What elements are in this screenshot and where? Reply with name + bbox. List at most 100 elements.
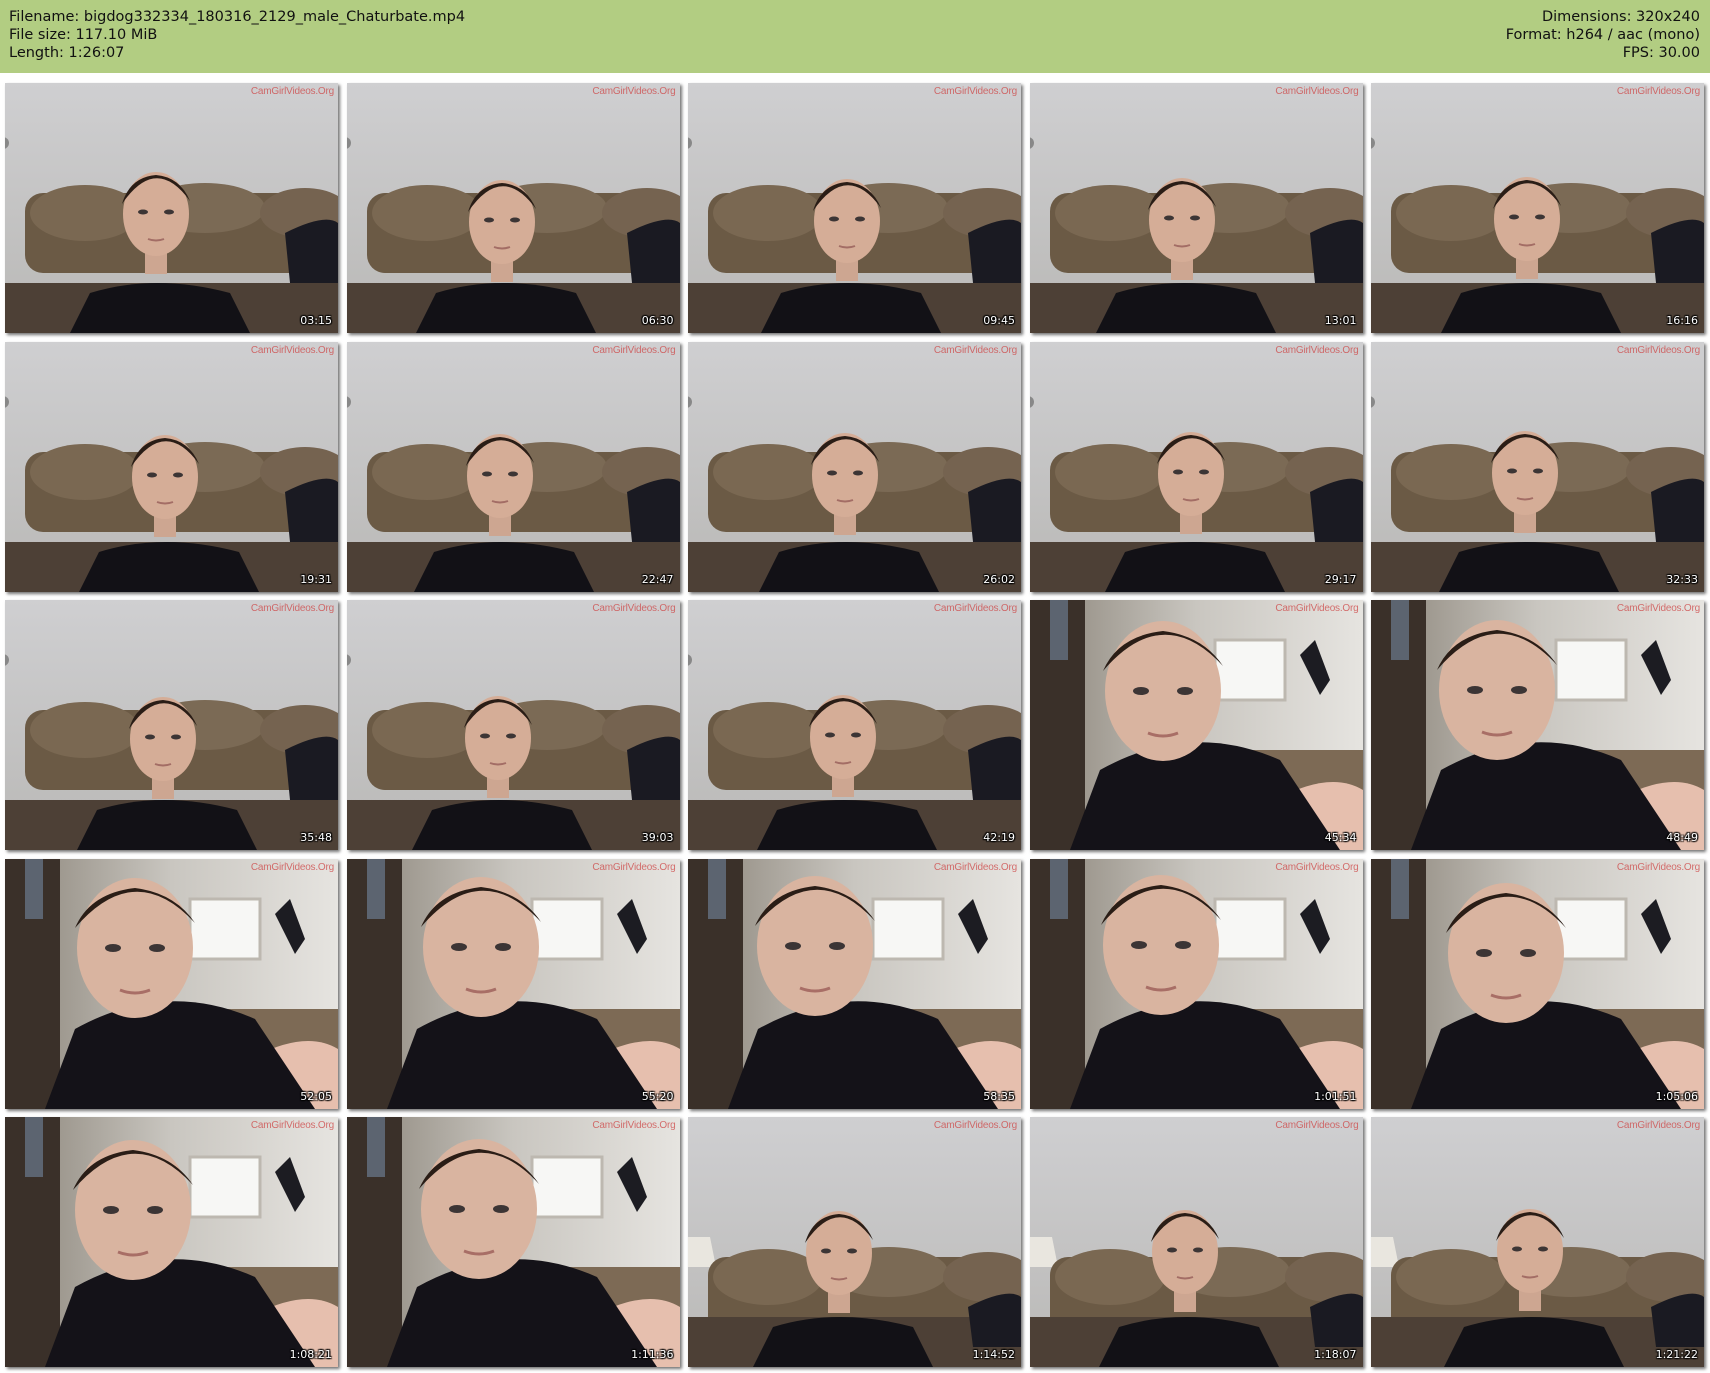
timestamp-label: 03:15 xyxy=(300,314,332,327)
thumbnail-frame: CamGirlVideos.Org 35:48 xyxy=(5,600,338,850)
thumbnail-frame: CamGirlVideos.Org 09:45 xyxy=(688,83,1021,333)
thumbnail-frame: CamGirlVideos.Org 1:05:06 xyxy=(1371,858,1704,1109)
timestamp-label: 1:01:51 xyxy=(1314,1089,1357,1103)
timestamp-label: 45:34 xyxy=(1324,831,1357,844)
watermark-text: CamGirlVideos.Org xyxy=(250,344,334,356)
watermark-text: CamGirlVideos.Org xyxy=(592,861,676,873)
watermark-text: CamGirlVideos.Org xyxy=(933,603,1017,614)
timestamp-label: 1:11:36 xyxy=(631,1348,674,1361)
watermark-text: CamGirlVideos.Org xyxy=(592,603,676,614)
timestamp-label: 06:30 xyxy=(641,314,674,327)
video-frame-image xyxy=(1029,83,1363,333)
watermark-text: CamGirlVideos.Org xyxy=(1616,86,1700,97)
watermark-text: CamGirlVideos.Org xyxy=(250,603,334,614)
file-info-left: Filename: bigdog332334_180316_2129_male_… xyxy=(9,8,465,62)
video-frame-image xyxy=(1029,1117,1363,1367)
info-header: Filename: bigdog332334_180316_2129_male_… xyxy=(0,0,1710,73)
timestamp-label: 39:03 xyxy=(641,831,674,844)
thumbnail-frame: CamGirlVideos.Org 48:49 xyxy=(1371,600,1704,850)
filesize-text: File size: 117.10 MiB xyxy=(9,27,158,43)
watermark-text: CamGirlVideos.Org xyxy=(1616,603,1700,614)
thumbnail-frame: CamGirlVideos.Org 39:03 xyxy=(346,600,680,850)
timestamp-label: 29:17 xyxy=(1324,572,1357,586)
format-text: Format: h264 / aac (mono) xyxy=(1505,27,1700,43)
watermark-text: CamGirlVideos.Org xyxy=(592,1120,676,1131)
thumbnail-frame: CamGirlVideos.Org 16:16 xyxy=(1371,83,1704,333)
video-frame-image xyxy=(1371,341,1704,592)
thumbnail-frame: CamGirlVideos.Org 52:05 xyxy=(5,858,338,1109)
file-info-right: Dimensions: 320x240 Format: h264 / aac (… xyxy=(1506,8,1700,62)
timestamp-label: 55:20 xyxy=(641,1089,674,1103)
watermark-text: CamGirlVideos.Org xyxy=(1275,861,1359,873)
length-text: Length: 1:26:07 xyxy=(9,45,125,61)
timestamp-label: 13:01 xyxy=(1324,314,1357,327)
thumbnail-frame: CamGirlVideos.Org 06:30 xyxy=(346,83,680,333)
thumbnail-frame: CamGirlVideos.Org 58:35 xyxy=(688,858,1021,1109)
video-frame-image xyxy=(688,858,1021,1109)
watermark-text: CamGirlVideos.Org xyxy=(933,1120,1017,1131)
thumbnail-frame: CamGirlVideos.Org 19:31 xyxy=(5,341,338,592)
watermark-text: CamGirlVideos.Org xyxy=(933,344,1017,356)
watermark-text: CamGirlVideos.Org xyxy=(250,86,334,97)
timestamp-label: 19:31 xyxy=(300,572,332,586)
watermark-text: CamGirlVideos.Org xyxy=(1616,344,1700,356)
watermark-text: CamGirlVideos.Org xyxy=(250,1120,334,1131)
video-frame-image xyxy=(1029,341,1363,592)
watermark-text: CamGirlVideos.Org xyxy=(1616,1120,1700,1131)
timestamp-label: 09:45 xyxy=(983,314,1015,327)
video-frame-image xyxy=(346,341,680,592)
timestamp-label: 22:47 xyxy=(641,572,674,586)
watermark-text: CamGirlVideos.Org xyxy=(250,861,334,873)
watermark-text: CamGirlVideos.Org xyxy=(933,86,1017,97)
watermark-text: CamGirlVideos.Org xyxy=(592,86,676,97)
thumbnail-grid: CamGirlVideos.Org 03:15 CamGirlVideos.Or… xyxy=(5,83,1705,1370)
thumbnail-frame: CamGirlVideos.Org 1:18:07 xyxy=(1029,1117,1363,1367)
video-frame-image xyxy=(5,341,338,592)
fps-text: FPS: 30.00 xyxy=(1622,45,1700,61)
video-frame-image xyxy=(688,600,1021,850)
thumbnail-frame: CamGirlVideos.Org 1:08:21 xyxy=(5,1117,338,1367)
video-frame-image xyxy=(5,600,338,850)
timestamp-label: 16:16 xyxy=(1666,314,1698,327)
timestamp-label: 1:21:22 xyxy=(1655,1348,1698,1361)
video-frame-image xyxy=(688,1117,1021,1367)
thumbnail-frame: CamGirlVideos.Org 03:15 xyxy=(5,83,338,333)
thumbnail-frame: CamGirlVideos.Org 13:01 xyxy=(1029,83,1363,333)
video-frame-image xyxy=(5,858,338,1109)
video-frame-image xyxy=(346,1117,680,1367)
timestamp-label: 35:48 xyxy=(300,831,332,844)
thumbnail-frame: CamGirlVideos.Org 42:19 xyxy=(688,600,1021,850)
filename-text: Filename: bigdog332334_180316_2129_male_… xyxy=(9,9,466,25)
timestamp-label: 42:19 xyxy=(983,831,1015,844)
timestamp-label: 26:02 xyxy=(983,572,1015,586)
video-frame-image xyxy=(1029,600,1363,850)
watermark-text: CamGirlVideos.Org xyxy=(1275,603,1359,614)
thumbnail-frame: CamGirlVideos.Org 32:33 xyxy=(1371,341,1704,592)
timestamp-label: 1:14:52 xyxy=(972,1348,1015,1361)
dimensions-text: Dimensions: 320x240 xyxy=(1541,9,1700,25)
video-frame-image xyxy=(1371,83,1704,333)
video-frame-image xyxy=(1371,858,1704,1109)
video-frame-image xyxy=(5,1117,338,1367)
thumbnail-frame: CamGirlVideos.Org 45:34 xyxy=(1029,600,1363,850)
thumbnail-frame: CamGirlVideos.Org 29:17 xyxy=(1029,341,1363,592)
thumbnail-frame: CamGirlVideos.Org 1:01:51 xyxy=(1029,858,1363,1109)
video-frame-image xyxy=(346,600,680,850)
video-frame-image xyxy=(5,83,338,333)
video-frame-image xyxy=(1371,600,1704,850)
video-frame-image xyxy=(688,83,1021,333)
thumbnail-frame: CamGirlVideos.Org 22:47 xyxy=(346,341,680,592)
thumbnail-frame: CamGirlVideos.Org 26:02 xyxy=(688,341,1021,592)
timestamp-label: 58:35 xyxy=(983,1089,1015,1103)
timestamp-label: 1:05:06 xyxy=(1655,1089,1698,1103)
video-frame-image xyxy=(1371,1117,1704,1367)
video-frame-image xyxy=(346,83,680,333)
thumbnail-frame: CamGirlVideos.Org 55:20 xyxy=(346,858,680,1109)
timestamp-label: 1:08:21 xyxy=(289,1348,332,1361)
video-frame-image xyxy=(688,341,1021,592)
thumbnail-frame: CamGirlVideos.Org 1:14:52 xyxy=(688,1117,1021,1367)
video-frame-image xyxy=(346,858,680,1109)
timestamp-label: 32:33 xyxy=(1666,572,1698,586)
video-frame-image xyxy=(1029,858,1363,1109)
watermark-text: CamGirlVideos.Org xyxy=(933,861,1017,873)
